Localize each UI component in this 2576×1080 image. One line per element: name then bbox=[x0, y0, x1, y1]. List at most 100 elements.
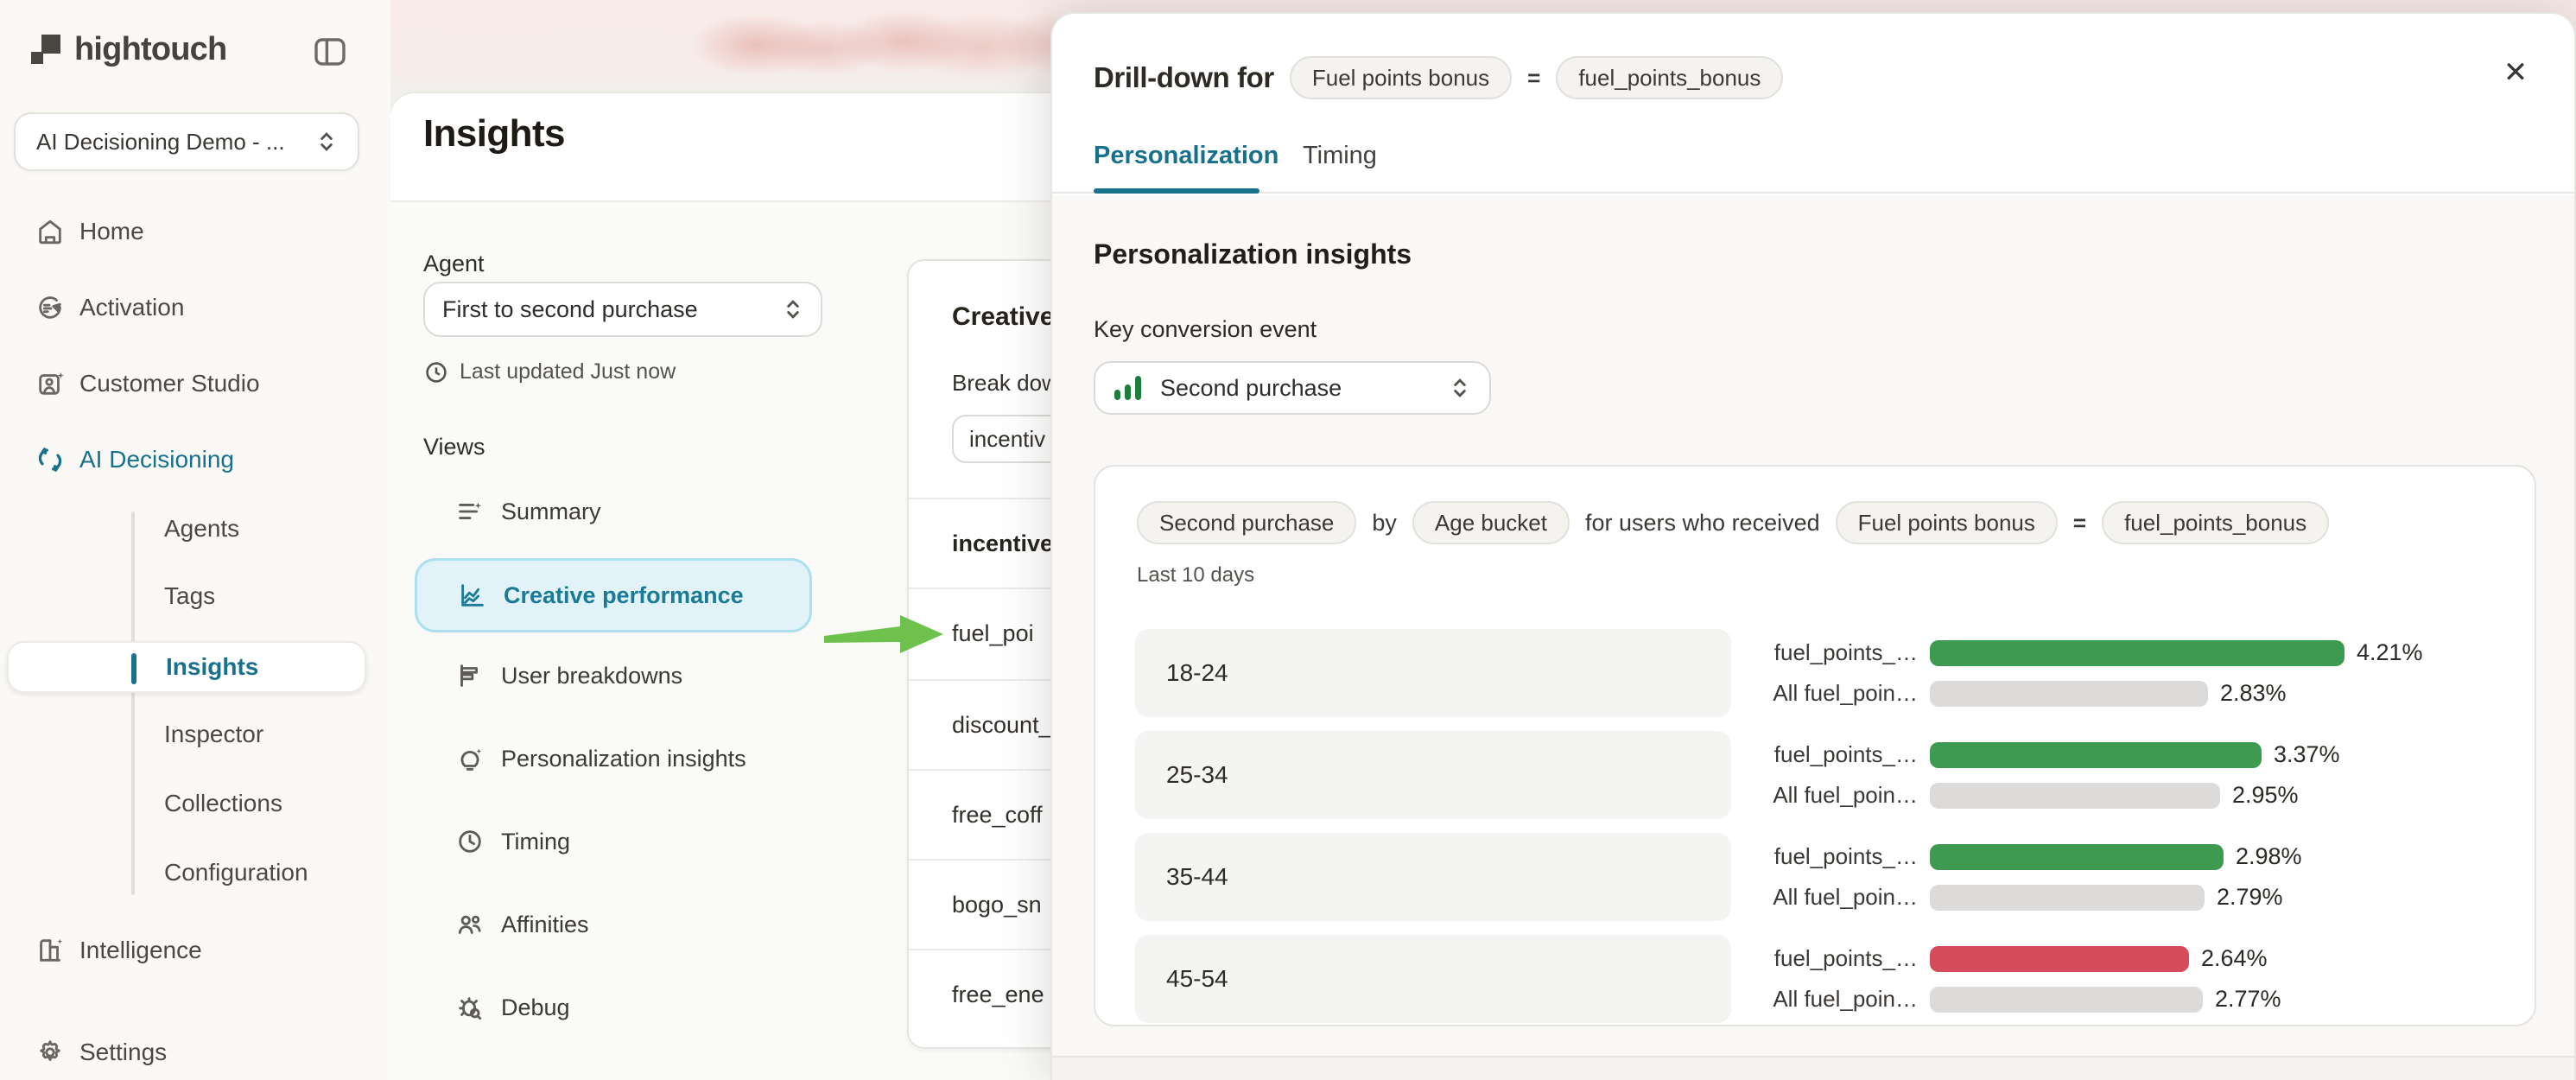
filter-value-pill: fuel_points_bonus bbox=[1556, 56, 1783, 99]
chart-row-18-24: 18-24 fuel_points_… 4.21% All fuel_poin… 2… bbox=[1095, 629, 2538, 717]
summary-icon bbox=[454, 496, 485, 527]
workspace-name: AI Decisioning Demo - ... bbox=[36, 129, 316, 156]
view-item-debug[interactable]: Debug bbox=[415, 978, 812, 1037]
metric-pill[interactable]: Second purchase bbox=[1137, 501, 1356, 544]
bar-value: 2.77% bbox=[2215, 986, 2281, 1013]
category-label: 25-34 bbox=[1166, 761, 1228, 789]
breakdown-label: Break dow bbox=[952, 370, 1058, 397]
sidebar-item-configuration[interactable]: Configuration bbox=[0, 848, 390, 897]
user-breakdowns-icon bbox=[454, 660, 485, 691]
chart-row-35-44: 35-44fuel_points_… 2.98%All fuel_poin… 2… bbox=[1095, 833, 2538, 921]
view-item-personalization-insights[interactable]: Personalization insights bbox=[415, 729, 812, 788]
drawer-footer bbox=[1052, 1056, 2574, 1080]
by-text: by bbox=[1372, 510, 1397, 537]
sidebar-collapse-icon[interactable] bbox=[311, 33, 349, 71]
bar-value: 4.21% bbox=[2357, 639, 2423, 666]
bar-25-34-treatment bbox=[1930, 742, 2262, 768]
bar-value: 2.98% bbox=[2236, 843, 2302, 870]
activation-icon bbox=[35, 292, 66, 323]
customer-studio-icon bbox=[35, 368, 66, 399]
agent-select[interactable]: First to second purchase bbox=[423, 282, 822, 337]
bar-45-54-treatment bbox=[1930, 946, 2189, 972]
bar-chart-icon bbox=[1114, 376, 1141, 400]
chevron-updown-icon bbox=[316, 128, 337, 156]
last-updated: Last updated Just now bbox=[425, 359, 676, 384]
view-item-user-breakdowns[interactable]: User breakdowns bbox=[415, 646, 812, 705]
drawer-title-row: Drill-down for Fuel points bonus = fuel_… bbox=[1094, 54, 1783, 102]
chart-row-25-34: 25-34 fuel_points_… 3.37% All fuel_poin… 2… bbox=[1095, 731, 2538, 819]
key-conversion-event-select[interactable]: Second purchase bbox=[1094, 361, 1491, 415]
filter-value-pill[interactable]: fuel_points_bonus bbox=[2102, 501, 2329, 544]
sidebar-item-agents[interactable]: Agents bbox=[0, 505, 390, 553]
clock-icon bbox=[425, 361, 447, 384]
series-label: fuel_points_… bbox=[1641, 741, 1918, 768]
app-root: hightouch AI Decisioning Demo - ... Home… bbox=[0, 0, 2576, 1080]
hightouch-logo-icon bbox=[31, 35, 66, 69]
sidebar-item-activation[interactable]: Activation bbox=[0, 282, 390, 334]
chevron-updown-icon bbox=[783, 295, 803, 323]
sidebar-item-insights[interactable]: Insights bbox=[7, 641, 366, 693]
sidebar-item-tags[interactable]: Tags bbox=[0, 572, 390, 620]
key-event-value: Second purchase bbox=[1160, 375, 1431, 402]
debug-icon bbox=[454, 992, 485, 1023]
bar-value: 2.79% bbox=[2217, 884, 2283, 911]
logo-row: hightouch bbox=[28, 28, 366, 76]
sidebar-item-inspector[interactable]: Inspector bbox=[0, 710, 390, 759]
intelligence-icon bbox=[35, 935, 66, 966]
drawer-title: Drill-down for bbox=[1094, 61, 1274, 94]
sidebar-item-ai-decisioning[interactable]: AI Decisioning bbox=[0, 434, 390, 486]
settings-icon bbox=[35, 1037, 66, 1068]
series-label: All fuel_poin… bbox=[1641, 782, 1918, 809]
creative-performance-icon bbox=[457, 580, 488, 611]
view-item-timing[interactable]: Timing bbox=[415, 812, 812, 871]
dimension-pill[interactable]: Age bucket bbox=[1412, 501, 1570, 544]
series-label: fuel_points_… bbox=[1641, 639, 1918, 666]
sidebar-item-customer-studio[interactable]: Customer Studio bbox=[0, 358, 390, 410]
subnav-guide-line bbox=[131, 511, 135, 895]
sidebar-item-settings[interactable]: Settings bbox=[0, 1026, 390, 1078]
bar-18-24-baseline bbox=[1930, 681, 2208, 707]
bar-value: 2.95% bbox=[2232, 782, 2299, 809]
creative-card-title: Creative bbox=[952, 302, 1054, 332]
logo-text: hightouch bbox=[74, 31, 226, 68]
drawer-header: Drill-down for Fuel points bonus = fuel_… bbox=[1052, 14, 2574, 194]
bar-value: 3.37% bbox=[2274, 741, 2340, 768]
equals-sign: = bbox=[2073, 510, 2086, 537]
bar-45-54-baseline bbox=[1930, 987, 2203, 1013]
chart-period: Last 10 days bbox=[1137, 563, 1254, 588]
filter-name-pill: Fuel points bonus bbox=[1290, 56, 1512, 99]
workspace-select[interactable]: AI Decisioning Demo - ... bbox=[14, 112, 359, 171]
filter-name-pill[interactable]: Fuel points bonus bbox=[1836, 501, 2058, 544]
tab-personalization[interactable]: Personalization bbox=[1094, 142, 1278, 170]
bar-value: 2.83% bbox=[2220, 680, 2287, 707]
view-item-summary[interactable]: Summary bbox=[415, 482, 812, 541]
close-icon[interactable]: ✕ bbox=[2495, 52, 2536, 93]
view-item-creative-performance[interactable]: Creative performance bbox=[415, 558, 812, 632]
connector-text: for users who received bbox=[1585, 510, 1820, 537]
timing-icon bbox=[454, 826, 485, 857]
breakdown-chart-card: Second purchase by Age bucket for users … bbox=[1094, 465, 2536, 1026]
series-label: fuel_points_… bbox=[1641, 843, 1918, 870]
series-label: fuel_points_… bbox=[1641, 945, 1918, 972]
series-label: All fuel_poin… bbox=[1641, 680, 1918, 707]
tab-timing[interactable]: Timing bbox=[1303, 142, 1377, 170]
ai-decisioning-icon bbox=[35, 444, 66, 475]
bar-value: 2.64% bbox=[2201, 945, 2268, 972]
equals-sign: = bbox=[1527, 65, 1540, 92]
agent-label: Agent bbox=[423, 251, 485, 277]
bar-35-44-baseline bbox=[1930, 885, 2205, 911]
sidebar-item-collections[interactable]: Collections bbox=[0, 779, 390, 828]
sidebar-item-intelligence[interactable]: Intelligence bbox=[0, 924, 390, 976]
sidebar: hightouch AI Decisioning Demo - ... Home… bbox=[0, 0, 390, 1080]
page-title: Insights bbox=[423, 112, 565, 156]
last-updated-text: Last updated Just now bbox=[460, 359, 676, 384]
sidebar-item-home[interactable]: Home bbox=[0, 206, 390, 257]
category-label: 18-24 bbox=[1166, 659, 1228, 687]
section-title: Personalization insights bbox=[1094, 238, 1412, 270]
active-tab-underline bbox=[1094, 188, 1259, 194]
chevron-updown-icon bbox=[1450, 374, 1470, 402]
view-item-affinities[interactable]: Affinities bbox=[415, 895, 812, 954]
key-conversion-event-label: Key conversion event bbox=[1094, 316, 1317, 343]
drawer-body: Personalization insights Key conversion … bbox=[1052, 195, 2574, 1056]
active-indicator bbox=[131, 653, 136, 684]
